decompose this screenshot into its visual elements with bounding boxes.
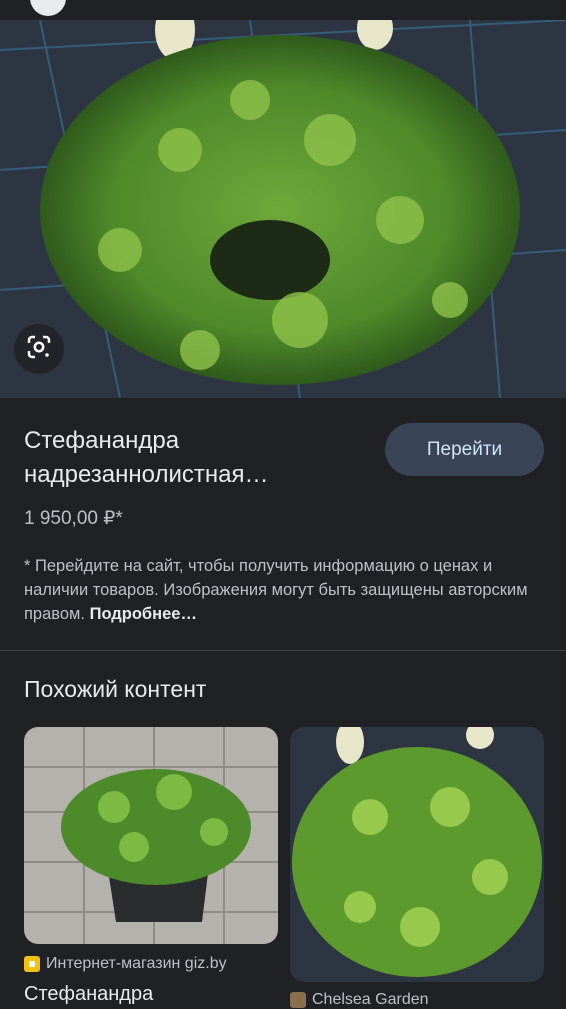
similar-heading: Похожий контент <box>24 676 207 702</box>
source-name-1: Интернет-магазин giz.by <box>46 955 227 972</box>
chelsea-favicon-icon <box>290 992 306 1008</box>
go-button[interactable]: Перейти <box>385 423 544 476</box>
product-price: 1 950,00 ₽* <box>24 508 123 529</box>
similar-card-title-1[interactable]: Стефанандра <box>24 983 153 1006</box>
more-link[interactable]: Подробнее… <box>90 605 197 623</box>
divider <box>0 650 566 651</box>
product-image[interactable] <box>0 20 566 398</box>
top-strip <box>0 0 566 20</box>
source-name-2: Chelsea Garden <box>312 991 429 1008</box>
disclaimer: * Перейдите на сайт, чтобы получить инфо… <box>24 554 544 626</box>
lens-icon <box>26 334 52 365</box>
similar-card-source-2[interactable]: Chelsea Garden <box>290 991 429 1009</box>
lens-button[interactable] <box>14 324 64 374</box>
giz-favicon-icon <box>24 956 40 972</box>
similar-card-source-1[interactable]: Интернет-магазин giz.by <box>24 955 227 973</box>
similar-card-image-2[interactable] <box>290 727 544 982</box>
product-title[interactable]: Стефанандра надрезаннолистная… <box>24 424 354 492</box>
similar-card-image-1[interactable] <box>24 727 278 944</box>
top-avatar[interactable] <box>30 0 66 16</box>
